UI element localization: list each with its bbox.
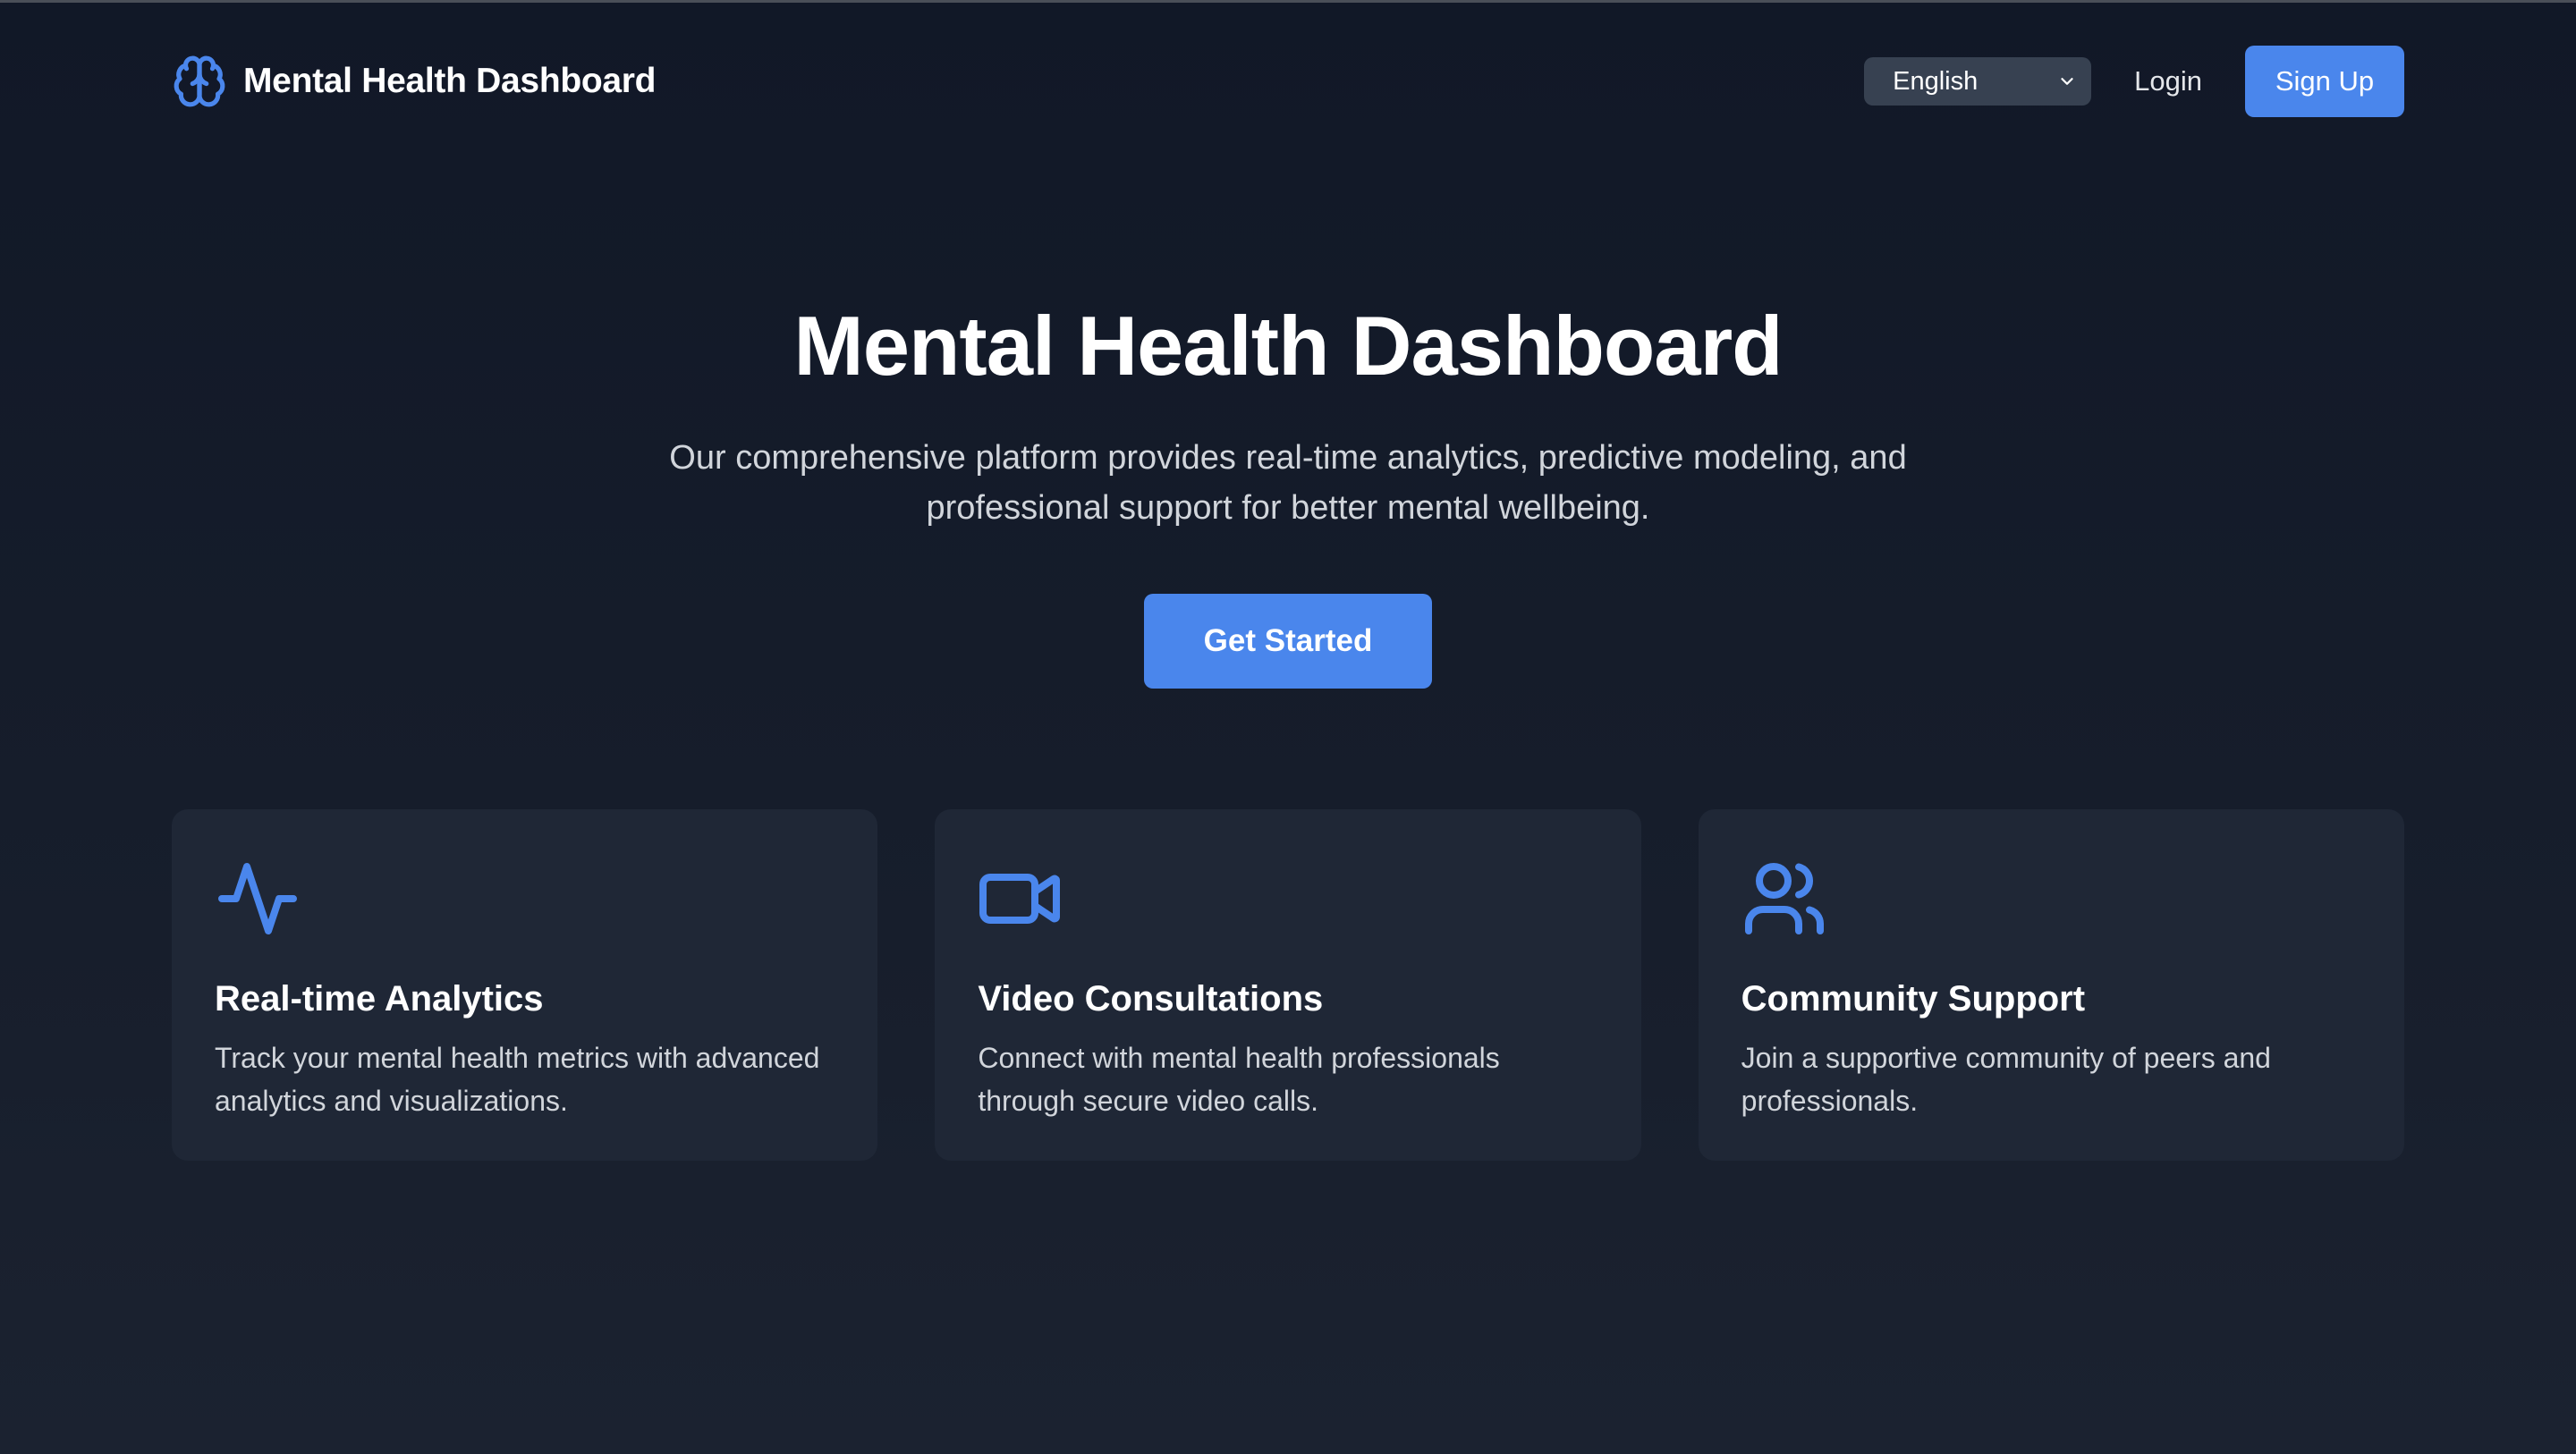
feature-card-video: Video Consultations Connect with mental … xyxy=(935,809,1641,1161)
get-started-button[interactable]: Get Started xyxy=(1144,594,1432,689)
language-select-value: English xyxy=(1893,66,1979,96)
top-navbar: Mental Health Dashboard English Login Si… xyxy=(172,45,2404,118)
feature-description: Connect with mental health professionals… xyxy=(978,1042,1500,1117)
feature-card-analytics: Real-time Analytics Track your mental he… xyxy=(172,809,878,1161)
window-top-border xyxy=(0,0,2576,3)
hero-title: Mental Health Dashboard xyxy=(793,299,1783,393)
users-icon xyxy=(1744,863,1824,934)
brain-icon xyxy=(174,55,225,107)
feature-title: Video Consultations xyxy=(978,979,1324,1019)
feature-description: Track your mental health metrics with ad… xyxy=(215,1042,820,1117)
signup-button[interactable]: Sign Up xyxy=(2245,46,2404,117)
chevron-down-icon xyxy=(2061,78,2073,85)
hero-description: Our comprehensive platform provides real… xyxy=(669,439,1907,527)
brand[interactable]: Mental Health Dashboard xyxy=(172,54,656,109)
feature-description: Join a supportive community of peers and… xyxy=(1741,1042,2271,1117)
login-link[interactable]: Login xyxy=(2134,57,2202,106)
brand-title: Mental Health Dashboard xyxy=(243,62,657,100)
feature-card-community: Community Support Join a supportive comm… xyxy=(1698,809,2404,1161)
video-icon xyxy=(979,874,1061,924)
nav-actions: English Login Sign Up xyxy=(1864,46,2404,117)
feature-cards: Real-time Analytics Track your mental he… xyxy=(172,809,2404,1161)
feature-title: Real-time Analytics xyxy=(215,979,544,1019)
feature-title: Community Support xyxy=(1741,979,2086,1019)
activity-icon xyxy=(218,863,297,934)
language-select[interactable]: English xyxy=(1864,57,2092,106)
